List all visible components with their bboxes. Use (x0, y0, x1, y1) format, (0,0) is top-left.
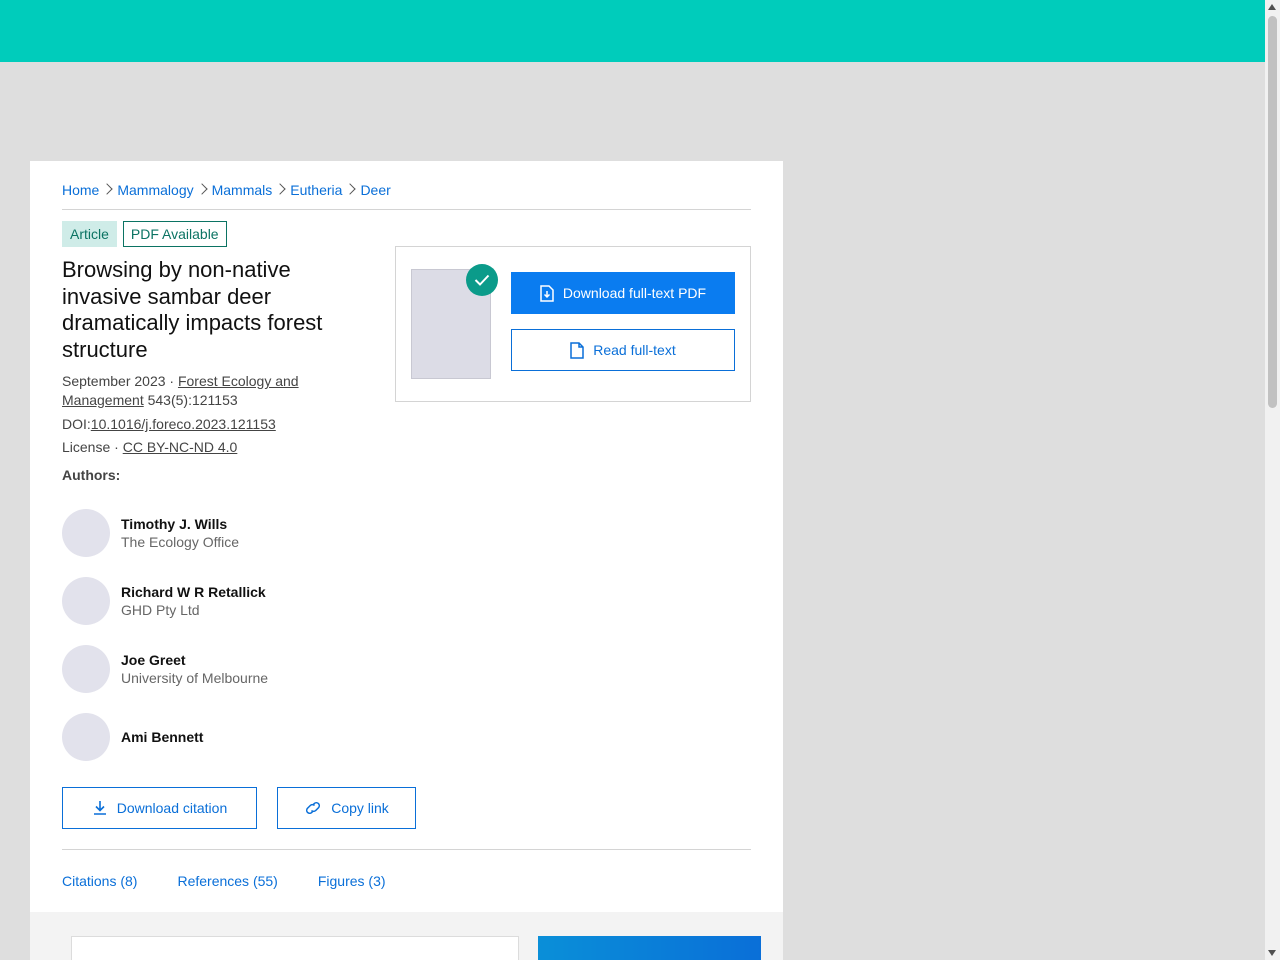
license-label: License · (62, 439, 123, 455)
breadcrumb-deer[interactable]: Deer (360, 182, 390, 198)
tab-figures[interactable]: Figures (3) (318, 873, 386, 889)
divider (62, 849, 751, 850)
publication-meta: September 2023 · Forest Ecology and Mana… (62, 372, 362, 410)
avatar (62, 645, 110, 693)
article-title: Browsing by non-native invasive sambar d… (62, 257, 323, 362)
breadcrumb-mammals[interactable]: Mammals (212, 182, 273, 198)
pdf-available-badge: PDF Available (122, 221, 227, 247)
vertical-scrollbar[interactable] (1265, 0, 1280, 960)
publication-tabs: Citations (8) References (55) Figures (3… (62, 873, 386, 889)
download-citation-button[interactable]: Download citation (62, 787, 257, 829)
avatar (62, 509, 110, 557)
link-icon (306, 801, 321, 815)
check-icon (466, 264, 498, 296)
breadcrumb-eutheria[interactable]: Eutheria (290, 182, 342, 198)
license-line: License · CC BY-NC-ND 4.0 (62, 438, 237, 457)
author-name[interactable]: Richard W R Retallick (121, 583, 266, 601)
breadcrumb: Home Mammalogy Mammals Eutheria Deer (62, 182, 751, 210)
author-name[interactable]: Timothy J. Wills (121, 515, 239, 533)
scroll-down-arrow-icon[interactable] (1268, 950, 1276, 956)
download-citation-label: Download citation (116, 800, 228, 816)
author-list: Timothy J. Wills The Ecology Office Rich… (62, 499, 268, 771)
content-box (71, 936, 519, 960)
read-fulltext-button[interactable]: Read full-text (511, 329, 735, 371)
copy-link-button[interactable]: Copy link (277, 787, 416, 829)
author-affiliation: GHD Pty Ltd (121, 602, 200, 618)
lower-content-area (30, 912, 783, 960)
promo-banner[interactable] (538, 936, 761, 960)
doi-label: DOI: (62, 416, 91, 432)
article-type-badge: Article (62, 221, 117, 247)
author-affiliation: University of Melbourne (121, 670, 269, 686)
author-item[interactable]: Timothy J. Wills The Ecology Office (62, 499, 268, 567)
top-header-bar (0, 0, 1265, 62)
file-download-icon (540, 284, 554, 302)
author-item[interactable]: Ami Bennett (62, 703, 268, 771)
copy-link-label: Copy link (331, 800, 389, 816)
chevron-right-icon (197, 182, 209, 196)
avatar (62, 577, 110, 625)
doi-link[interactable]: 10.1016/j.foreco.2023.121153 (91, 416, 276, 432)
tab-citations[interactable]: Citations (8) (62, 873, 137, 889)
avatar (62, 713, 110, 761)
download-pdf-label: Download full-text PDF (562, 285, 707, 301)
breadcrumb-home[interactable]: Home (62, 182, 99, 198)
publication-card: Home Mammalogy Mammals Eutheria Deer Art… (30, 161, 783, 912)
read-fulltext-label: Read full-text (593, 342, 676, 358)
download-pdf-button[interactable]: Download full-text PDF (511, 272, 735, 314)
tab-references[interactable]: References (55) (177, 873, 277, 889)
scroll-up-arrow-icon[interactable] (1268, 4, 1276, 10)
chevron-right-icon (102, 182, 114, 196)
chevron-right-icon (345, 182, 357, 196)
author-name[interactable]: Joe Greet (121, 651, 268, 669)
publication-date: September 2023 · (62, 373, 178, 389)
volume-issue: 543(5):121153 (143, 392, 238, 408)
author-name[interactable]: Ami Bennett (121, 728, 203, 746)
breadcrumb-mammalogy[interactable]: Mammalogy (117, 182, 193, 198)
download-icon (93, 801, 106, 815)
author-item[interactable]: Joe Greet University of Melbourne (62, 635, 268, 703)
scrollbar-thumb[interactable] (1268, 16, 1277, 408)
doi-line: DOI:10.1016/j.foreco.2023.121153 (62, 415, 276, 434)
author-item[interactable]: Richard W R Retallick GHD Pty Ltd (62, 567, 268, 635)
fulltext-panel: Download full-text PDF Read full-text (395, 246, 751, 402)
authors-heading: Authors: (62, 467, 121, 483)
chevron-right-icon (275, 182, 287, 196)
badge-row: Article PDF Available (62, 221, 227, 247)
author-affiliation: The Ecology Office (121, 534, 240, 550)
file-icon (570, 341, 584, 359)
license-link[interactable]: CC BY-NC-ND 4.0 (123, 439, 238, 455)
